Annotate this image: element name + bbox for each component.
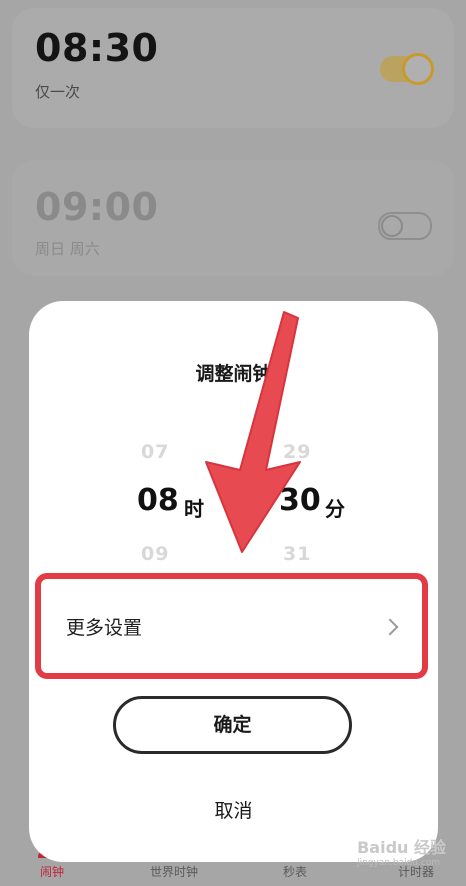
alarm-repeat: 周日 周六 [35, 240, 100, 258]
minute-picker-selected[interactable]: 30 [279, 483, 321, 518]
alarm-card[interactable]: 08:30 仅一次 [12, 8, 454, 128]
watermark-brand: Baidu 经验 [357, 838, 446, 857]
alarm-toggle[interactable] [380, 53, 434, 85]
tab-alarm[interactable]: 闹钟 [40, 863, 64, 880]
minute-picker-prev[interactable]: 29 [283, 441, 311, 463]
hour-picker-selected[interactable]: 08 [137, 483, 179, 518]
tab-world-clock[interactable]: 世界时钟 [150, 863, 198, 880]
cancel-button[interactable]: 取消 [29, 796, 438, 823]
toggle-knob [381, 215, 403, 237]
adjust-alarm-dialog: 调整闹钟 07 08 时 09 29 30 分 31 更多设置 确定 取消 [29, 301, 438, 862]
alarm-time: 08:30 [35, 26, 159, 70]
toggle-knob [402, 53, 434, 85]
minute-picker-next[interactable]: 31 [283, 543, 311, 565]
hour-unit-label: 时 [184, 497, 204, 521]
hour-picker-prev[interactable]: 07 [141, 441, 169, 463]
more-settings-label: 更多设置 [66, 616, 143, 639]
alarm-card[interactable]: 09:00 周日 周六 [12, 160, 454, 276]
dialog-title: 调整闹钟 [195, 363, 272, 385]
confirm-button[interactable]: 确定 [113, 696, 352, 754]
alarm-time: 09:00 [35, 185, 159, 229]
baidu-watermark: Baidu 经验 jingyan.baidu.com [357, 834, 446, 868]
hour-picker-next[interactable]: 09 [141, 543, 169, 565]
watermark-url: jingyan.baidu.com [357, 858, 441, 868]
alarm-toggle[interactable] [378, 212, 432, 240]
minute-unit-label: 分 [325, 497, 345, 521]
tab-stopwatch[interactable]: 秒表 [283, 863, 307, 880]
more-settings-row[interactable]: 更多设置 [35, 573, 428, 679]
chevron-right-icon [381, 618, 399, 636]
alarm-repeat: 仅一次 [35, 83, 81, 101]
